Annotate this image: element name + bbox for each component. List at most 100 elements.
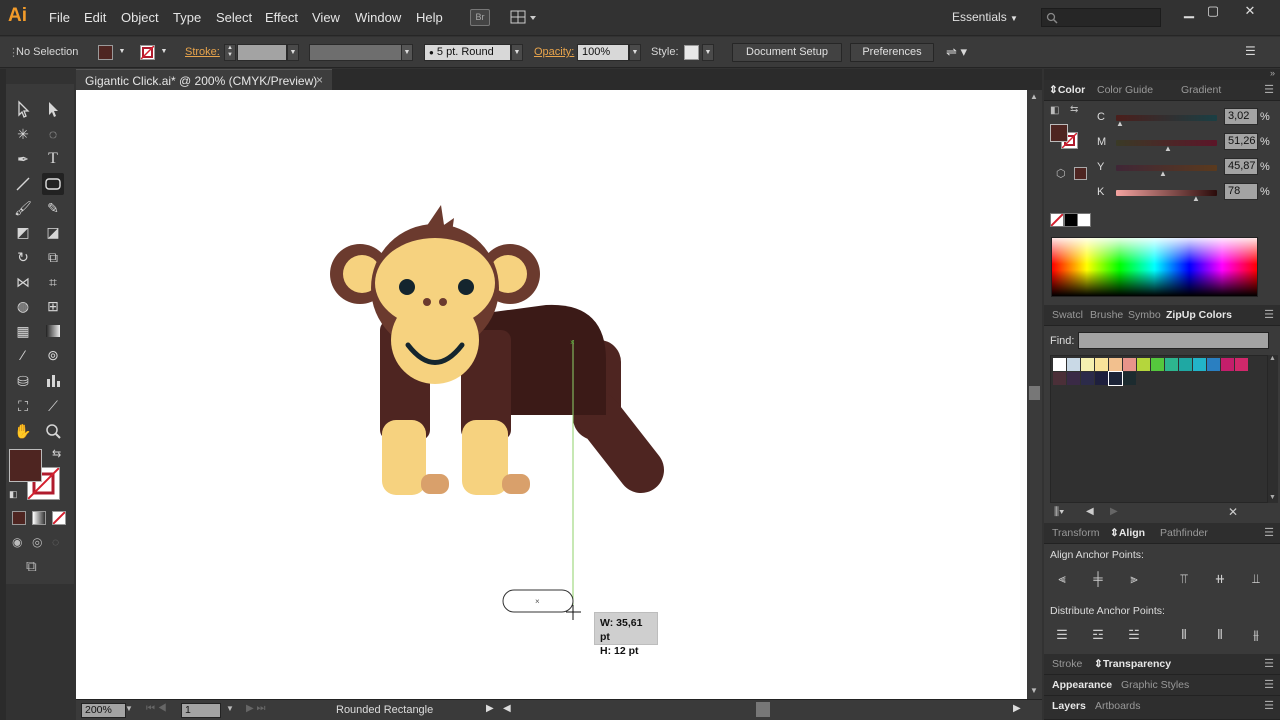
out-of-gamut-icon[interactable]: ⬡ [1056, 167, 1066, 180]
channel-c-slider[interactable] [1116, 115, 1217, 121]
close-button[interactable]: ✕ [1238, 3, 1262, 19]
align-bottom-icon[interactable]: ⫫ [1248, 571, 1264, 587]
distribute-bottom-icon[interactable]: ☱ [1126, 627, 1142, 643]
tab-color-guide[interactable]: Color Guide [1097, 84, 1153, 96]
zipup-swatch[interactable] [1081, 358, 1094, 371]
zipup-swatch[interactable] [1123, 372, 1136, 385]
close-tab-icon[interactable]: × [316, 73, 323, 87]
column-graph-tool[interactable] [42, 370, 64, 392]
style-dropdown[interactable]: ▼ [702, 44, 714, 61]
next-icon[interactable]: ▶ [1110, 506, 1118, 517]
color-mode-button[interactable] [12, 511, 26, 525]
stroke-label[interactable]: Stroke: [185, 46, 220, 58]
magic-wand-tool[interactable]: ✳ [12, 123, 34, 145]
blend-tool[interactable]: ⊚ [42, 344, 64, 366]
panel-menu-icon[interactable]: ☰ [1264, 657, 1274, 670]
tab-brushes[interactable]: Brushe [1090, 309, 1123, 321]
channel-c-value[interactable]: 3,02 [1224, 108, 1258, 125]
align-top-icon[interactable]: ⫪ [1176, 571, 1192, 587]
panel-menu-icon[interactable]: ☰ [1264, 308, 1274, 321]
zoom-tool[interactable] [42, 420, 64, 442]
prev-icon[interactable]: ◀ [1086, 506, 1094, 517]
tab-symbols[interactable]: Symbo [1128, 309, 1161, 321]
scroll-left-icon[interactable]: ◀ [503, 703, 511, 714]
zoom-field[interactable]: 200% [81, 703, 126, 718]
tab-artboards[interactable]: Artboards [1095, 700, 1141, 712]
align-left-icon[interactable]: ⫷ [1054, 571, 1070, 587]
distribute-left-icon[interactable]: ⫴ [1176, 627, 1192, 643]
arrange-documents-button[interactable] [510, 9, 538, 26]
channel-c-thumb[interactable]: ▲ [1116, 119, 1124, 128]
fill-dropdown[interactable]: ▼ [116, 44, 128, 61]
zipup-swatch[interactable] [1165, 358, 1178, 371]
zipup-swatch[interactable] [1179, 358, 1192, 371]
tab-pathfinder[interactable]: Pathfinder [1160, 527, 1208, 539]
pencil-tool[interactable]: ✎ [42, 197, 64, 219]
blob-brush-tool[interactable]: ◩ [12, 221, 34, 243]
minimize-button[interactable]: ▁ [1177, 3, 1201, 19]
panel-menu-icon[interactable]: ☰ [1264, 699, 1274, 712]
zoom-dropdown-icon[interactable]: ▼ [125, 704, 133, 713]
zipup-swatch[interactable] [1235, 358, 1248, 371]
stroke-weight-dropdown[interactable]: ▼ [287, 44, 299, 61]
tab-zipup-colors[interactable]: ZipUp Colors [1166, 309, 1232, 321]
fill-color-front[interactable] [9, 449, 42, 482]
channel-k-value[interactable]: 78 [1224, 183, 1258, 200]
lasso-tool[interactable]: ◌ [42, 123, 64, 145]
zipup-swatch[interactable] [1221, 358, 1234, 371]
hand-tool[interactable]: ✋ [12, 420, 34, 442]
delete-swatch-icon[interactable]: ✕ [1228, 505, 1238, 519]
scroll-up-icon[interactable]: ▲ [1269, 355, 1276, 362]
default-colors-icon[interactable]: ◧ [9, 489, 18, 500]
scale-tool[interactable]: ⧉ [42, 246, 64, 268]
tab-transparency[interactable]: ⇕Transparency [1094, 658, 1171, 670]
stroke-weight-stepper[interactable]: ▲ ▼ [224, 44, 236, 61]
color-spectrum[interactable] [1051, 237, 1258, 297]
type-tool[interactable]: T [42, 148, 64, 170]
distribute-vcenter-icon[interactable]: ☲ [1090, 627, 1106, 643]
menu-object[interactable]: Object [121, 10, 159, 25]
zipup-swatch[interactable] [1067, 358, 1080, 371]
selection-tool[interactable] [12, 98, 34, 120]
channel-y-thumb[interactable]: ▲ [1159, 169, 1167, 178]
gradient-mode-button[interactable] [32, 511, 46, 525]
scroll-down-icon[interactable]: ▼ [1269, 494, 1276, 501]
gamut-swatch[interactable] [1074, 167, 1087, 180]
zipup-swatch[interactable] [1095, 358, 1108, 371]
opacity-field[interactable]: 100% [577, 44, 629, 61]
mesh-tool[interactable]: ▦ [12, 320, 34, 342]
tab-appearance[interactable]: Appearance [1052, 679, 1112, 691]
panel-fill-box[interactable] [1050, 124, 1068, 142]
panel-menu-icon[interactable]: ☰ [1264, 526, 1274, 539]
direct-selection-tool[interactable] [42, 98, 64, 120]
panel-menu-icon[interactable]: ☰ [1264, 83, 1274, 96]
panel-menu-icon[interactable]: ☰ [1264, 678, 1274, 691]
opacity-dropdown[interactable]: ▼ [629, 44, 641, 61]
opacity-label[interactable]: Opacity: [534, 46, 574, 58]
zipup-swatch[interactable] [1053, 358, 1066, 371]
shape-builder-tool[interactable]: ◍ [12, 295, 34, 317]
zipup-swatch[interactable] [1207, 358, 1220, 371]
line-tool[interactable] [12, 173, 34, 195]
style-swatch[interactable] [684, 45, 699, 60]
artboard-tool[interactable]: ⛶ [12, 395, 34, 417]
zipup-swatch[interactable] [1137, 358, 1150, 371]
zipup-swatch[interactable] [1109, 358, 1122, 371]
zipup-swatch[interactable] [1095, 372, 1108, 385]
pen-tool[interactable]: ✒ [12, 148, 34, 170]
distribute-hcenter-icon[interactable]: ⦀ [1212, 627, 1228, 643]
profile-dropdown[interactable]: ▼ [401, 44, 413, 61]
rotate-tool[interactable]: ↻ [12, 246, 34, 268]
tab-transform[interactable]: Transform [1052, 527, 1099, 539]
last-artboard-icon[interactable]: ▶ ⏭ [246, 703, 265, 714]
none-color-swatch[interactable] [1050, 213, 1064, 227]
gradient-tool[interactable] [42, 320, 64, 342]
align-vertical-center-icon[interactable]: ⧺ [1212, 571, 1228, 587]
width-tool[interactable]: ⋈ [12, 271, 34, 293]
channel-k-thumb[interactable]: ▲ [1192, 194, 1200, 203]
brush-definition-field[interactable]: ● 5 pt. Round [424, 44, 511, 61]
bridge-button[interactable]: Br [470, 9, 490, 26]
zipup-swatch[interactable] [1123, 358, 1136, 371]
arrange-objects-icon[interactable]: ⇌ ▾ [946, 44, 967, 60]
find-input[interactable] [1078, 332, 1269, 349]
